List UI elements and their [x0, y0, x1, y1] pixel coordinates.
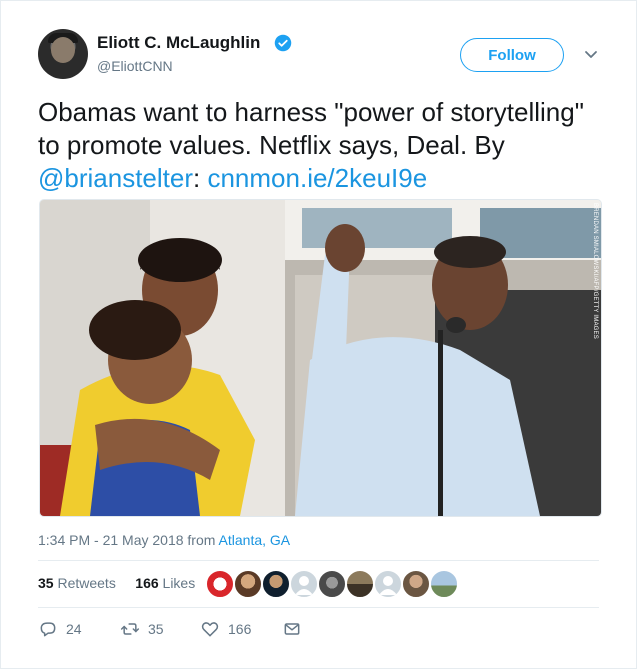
tweet-timestamp: 1:34 PM - 21 May 2018 from Atlanta, GA [38, 532, 290, 548]
liker-avatar[interactable] [402, 570, 430, 598]
chevron-down-icon[interactable] [583, 46, 599, 62]
heart-icon [201, 622, 219, 637]
article-link[interactable]: cnnmon.ie/2keuI9e [207, 163, 427, 193]
avatar-face [51, 37, 75, 63]
author-handle[interactable]: @EliottCNN [97, 58, 173, 74]
retweet-count: 35 [148, 621, 164, 637]
liker-avatar[interactable] [318, 570, 346, 598]
like-stat[interactable]: 166 Likes [135, 575, 195, 591]
author-avatar[interactable] [38, 29, 88, 79]
liker-avatar[interactable] [430, 570, 458, 598]
photo-illustration [40, 200, 601, 516]
liker-avatar[interactable] [346, 570, 374, 598]
liker-avatar[interactable] [206, 570, 234, 598]
verified-badge-icon [274, 34, 292, 52]
tweet-text-body: Obamas want to harness "power of storyte… [38, 97, 584, 160]
retweet-stat-label: Retweets [53, 575, 116, 591]
tweet-stats: 35 Retweets 166 Likes [38, 575, 195, 591]
divider [38, 607, 599, 608]
liker-avatar[interactable] [262, 570, 290, 598]
liker-avatar[interactable] [290, 570, 318, 598]
divider [38, 560, 599, 561]
like-stat-label: Likes [158, 575, 196, 591]
author-name[interactable]: Eliott C. McLaughlin [97, 33, 260, 53]
tweet-text-separator: : [193, 163, 208, 193]
retweet-button[interactable]: 35 [120, 619, 164, 639]
retweet-stat[interactable]: 35 Retweets [38, 575, 116, 591]
like-button[interactable]: 166 [200, 619, 251, 639]
liker-avatar[interactable] [374, 570, 402, 598]
reply-count: 24 [66, 621, 82, 637]
liker-avatar[interactable] [234, 570, 262, 598]
photo-credit: BRENDAN SMIALOWSKI/AFP/GETTY IMAGES [592, 203, 598, 339]
retweet-stat-count: 35 [38, 575, 54, 591]
mention-link[interactable]: @brianstelter [38, 163, 193, 193]
timestamp-text[interactable]: 1:34 PM - 21 May 2018 [38, 532, 184, 548]
location-link[interactable]: Atlanta, GA [219, 532, 291, 548]
reply-icon [40, 622, 56, 637]
direct-message-button[interactable] [282, 619, 310, 639]
default-user-icon [295, 576, 313, 595]
like-stat-count: 166 [135, 575, 159, 591]
tweet-photo[interactable] [39, 199, 602, 517]
like-count: 166 [228, 621, 252, 637]
retweet-icon [120, 623, 140, 635]
envelope-icon [284, 623, 300, 635]
tweet-text: Obamas want to harness "power of storyte… [38, 96, 608, 195]
default-user-icon [379, 576, 397, 595]
reply-button[interactable]: 24 [38, 619, 82, 639]
follow-button[interactable]: Follow [460, 38, 564, 72]
from-label: from [183, 532, 219, 548]
